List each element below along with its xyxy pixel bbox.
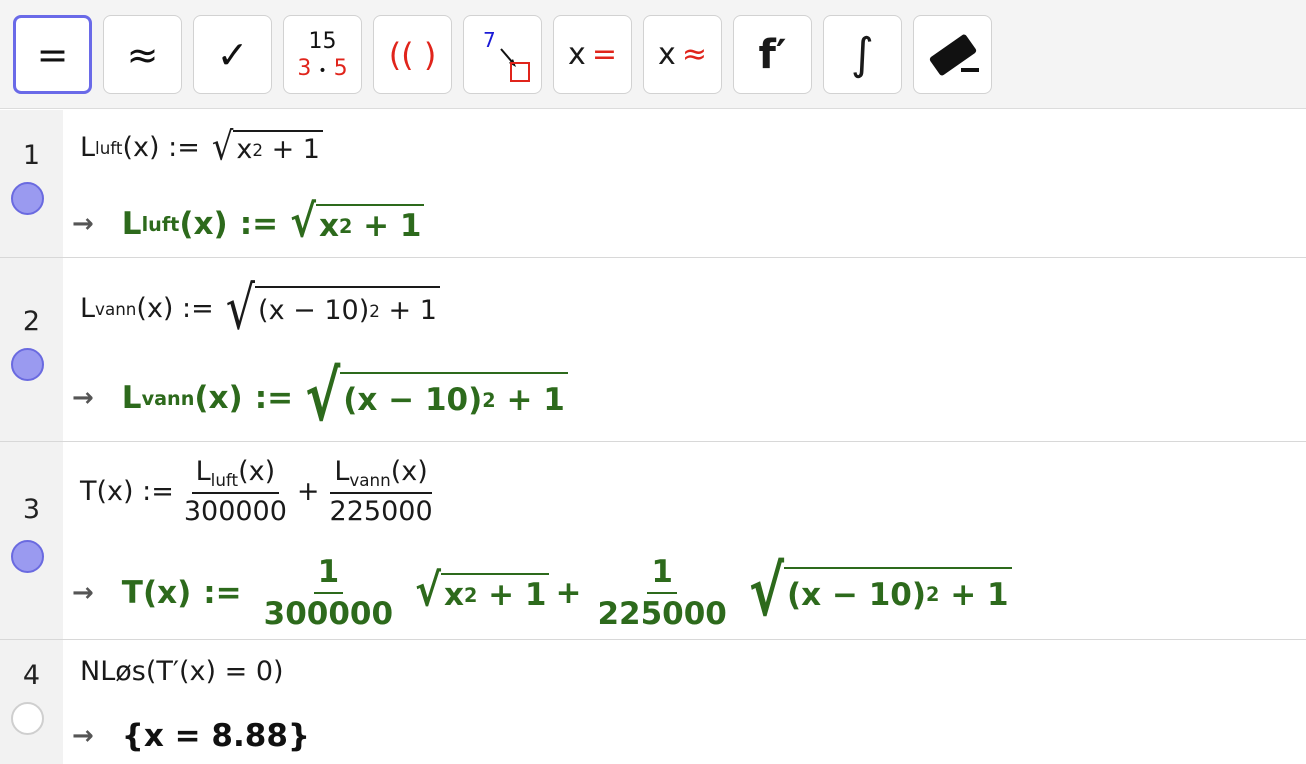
keep-input-button[interactable]: ✓ xyxy=(193,15,272,94)
eraser-icon xyxy=(929,34,979,75)
integral-button[interactable]: ∫ xyxy=(823,15,902,94)
row-number: 1 xyxy=(22,140,41,171)
expand-icon: (( ) xyxy=(388,35,437,74)
factor-icon: 3 • 5 xyxy=(297,55,348,81)
checkmark-icon: ✓ xyxy=(216,32,249,77)
factor-button[interactable]: 15 3 • 5 xyxy=(283,15,362,94)
row-output: → Lluft (x) := √ x2 + 1 xyxy=(72,200,425,245)
row-output: → Lvann (x) := √ (x − 10) 2 + 1 xyxy=(72,363,568,431)
cas-row-2[interactable]: 2 Lvann (x) := √ (x − 10) 2 + 1 → Lvann (x)… xyxy=(0,258,1306,442)
solve-icon: x = xyxy=(568,37,617,72)
row-number: 4 xyxy=(22,660,41,691)
solve-numeric-button[interactable]: x ≈ xyxy=(643,15,722,94)
substitute-button[interactable]: 7 xyxy=(463,15,542,94)
row-number: 3 xyxy=(22,494,41,525)
row-input[interactable]: Lvann (x) := √ (x − 10) 2 + 1 xyxy=(80,278,440,337)
expand-button[interactable]: (( ) xyxy=(373,15,452,94)
visibility-toggle[interactable] xyxy=(11,540,44,573)
factor-top: 15 xyxy=(308,28,337,54)
cas-row-4[interactable]: 4 NLøs(T′(x) = 0) → {x = 8.88} xyxy=(0,640,1306,764)
row-input[interactable]: Lluft (x) := √ x2 + 1 xyxy=(80,127,323,166)
row-input[interactable]: NLøs(T′(x) = 0) xyxy=(80,656,284,687)
delete-button[interactable] xyxy=(913,15,992,94)
substitute-icon: 7 xyxy=(483,28,530,82)
visibility-toggle[interactable] xyxy=(11,702,44,735)
equals-icon: = xyxy=(36,32,69,77)
numeric-button[interactable]: ≈ xyxy=(103,15,182,94)
row-output: → {x = 8.88} xyxy=(72,718,310,754)
visibility-toggle[interactable] xyxy=(11,182,44,215)
visibility-toggle[interactable] xyxy=(11,348,44,381)
cas-row-1[interactable]: 1 Lluft (x) := √ x2 + 1 → Lluft (x) := √ x… xyxy=(0,110,1306,258)
substitute-value: 7 xyxy=(483,28,496,52)
solve-button[interactable]: x = xyxy=(553,15,632,94)
row-input[interactable]: T(x) := Lluft(x) 300000 + Lvann(x) 22500… xyxy=(80,456,443,527)
solve-numeric-icon: x ≈ xyxy=(658,37,707,72)
integral-icon: ∫ xyxy=(851,29,874,80)
cas-toolbar: = ≈ ✓ 15 3 • 5 (( ) 7 x = x ≈ f′ ∫ xyxy=(0,0,1306,109)
evaluate-button[interactable]: = xyxy=(13,15,92,94)
row-output: → T(x) := 1 300000 √ x2 + 1 + 1 225000 √… xyxy=(72,554,1012,632)
derivative-button[interactable]: f′ xyxy=(733,15,812,94)
derivative-icon: f′ xyxy=(758,31,787,78)
approx-icon: ≈ xyxy=(126,32,159,77)
row-number: 2 xyxy=(22,306,41,337)
cas-row-3[interactable]: 3 T(x) := Lluft(x) 300000 + Lvann(x) 225… xyxy=(0,442,1306,640)
